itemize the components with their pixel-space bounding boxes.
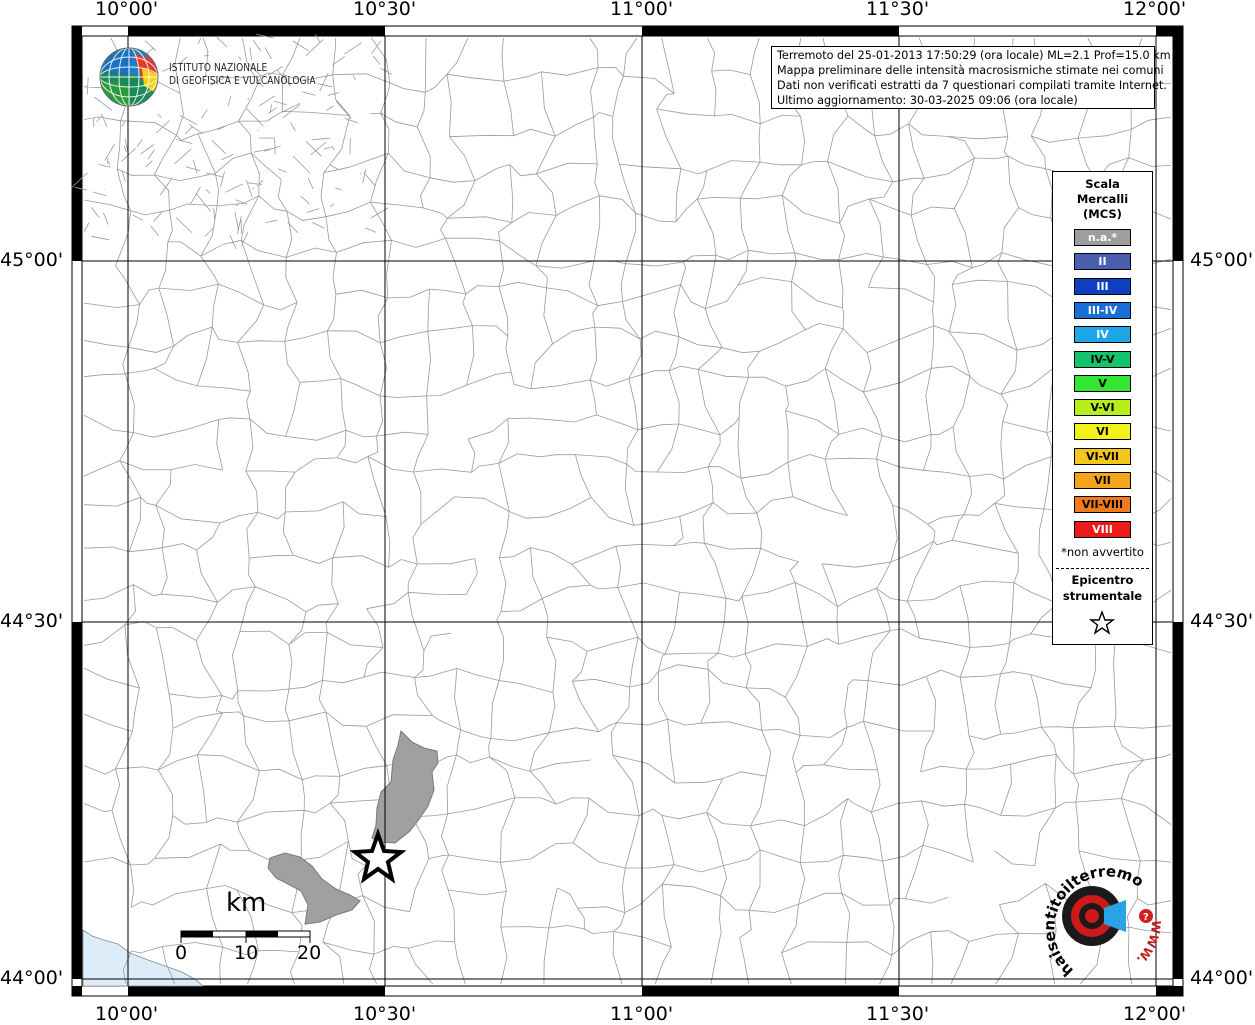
map-figure: 10°00' 10°30' 11°00' 11°30' 12°00' 10°00…: [0, 0, 1255, 1025]
lon-label-top-11-00: 11°00': [610, 0, 674, 20]
legend-swatch: IV: [1074, 326, 1131, 344]
legend-title: Scala Mercalli (MCS): [1053, 177, 1152, 222]
legend-note: *non avvertito: [1061, 545, 1144, 559]
event-info-box: Terremoto del 25-01-2013 17:50:29 (ora l…: [771, 46, 1171, 109]
lat-label-left-44-00: 44°00': [0, 967, 64, 989]
legend-swatch: VI-VII: [1074, 447, 1131, 465]
scale-tick-20: 20: [297, 942, 322, 964]
lon-label-top-12-00: 12°00': [1123, 0, 1187, 20]
lat-label-left-45-00: 45°00': [0, 249, 64, 271]
legend-swatch: VI: [1074, 423, 1131, 441]
event-info-line4: Ultimo aggiornamento: 30-03-2025 09:06 (…: [777, 94, 1078, 107]
legend-swatch: III: [1074, 277, 1131, 295]
scale-unit-label: km: [226, 888, 267, 918]
lon-label-top-10-00: 10°00': [95, 0, 159, 20]
legend-swatch: V-VI: [1074, 399, 1131, 417]
haisentito-logo: haisentitoilterremoto.it WWW. ?: [1034, 858, 1164, 978]
lon-label-top-10-30: 10°30': [353, 0, 417, 20]
ingv-logo-line2: DI GEOFISICA E VULCANOLOGIA: [169, 75, 316, 87]
legend-swatch: VII: [1074, 472, 1131, 489]
legend-swatch: n.a.*: [1074, 229, 1131, 246]
lon-label-bottom-12-00: 12°00': [1123, 1003, 1187, 1025]
event-info-line3: Dati non verificati estratti da 7 questi…: [777, 79, 1167, 92]
svg-text:?: ?: [1143, 912, 1149, 923]
lat-label-right-44-00: 44°00': [1190, 967, 1254, 989]
legend-swatch: II: [1074, 253, 1131, 271]
intensity-legend: Scala Mercalli (MCS) *non avvertito Epic…: [1052, 171, 1153, 645]
lon-label-top-11-30: 11°30': [866, 0, 930, 20]
event-info-line2: Mappa preliminare delle intensità macros…: [777, 64, 1164, 77]
lat-label-right-44-30: 44°30': [1190, 610, 1254, 632]
legend-swatch: III-IV: [1074, 301, 1131, 319]
scale-tick-0: 0: [175, 942, 188, 964]
lon-label-bottom-11-30: 11°30': [866, 1003, 930, 1025]
ingv-globe-icon: [99, 47, 159, 107]
lon-label-bottom-11-00: 11°00': [610, 1003, 674, 1025]
ingv-logo-line1: ISTITUTO NAZIONALE: [169, 62, 268, 74]
scale-tick-10: 10: [234, 942, 259, 964]
legend-title-line1: Scala: [1085, 177, 1120, 191]
legend-swatch: V: [1074, 374, 1131, 392]
legend-separator: [1056, 568, 1149, 569]
ingv-logo: ISTITUTO NAZIONALE DI GEOFISICA E VULCAN…: [98, 46, 318, 110]
legend-epicentre-label: Epicentro strumentale: [1053, 572, 1152, 604]
legend-epicentre-line2: strumentale: [1062, 589, 1143, 603]
lon-label-bottom-10-00: 10°00': [95, 1003, 159, 1025]
legend-epicentre-line1: Epicentro: [1071, 573, 1134, 587]
lon-label-bottom-10-30: 10°30': [353, 1003, 417, 1025]
ingv-logo-text: ISTITUTO NAZIONALE DI GEOFISICA E VULCAN…: [169, 62, 316, 88]
svg-text:WWW.: WWW.: [1134, 920, 1164, 967]
legend-title-line2: Mercalli: [1076, 192, 1129, 206]
legend-swatch: VII-VIII: [1074, 496, 1131, 514]
event-info-line1: Terremoto del 25-01-2013 17:50:29 (ora l…: [777, 49, 1171, 62]
legend-swatch: VIII: [1074, 520, 1131, 538]
lat-label-left-44-30: 44°30': [0, 610, 64, 632]
lat-label-right-45-00: 45°00': [1190, 249, 1254, 271]
haisentito-logo-url: WWW.: [1134, 920, 1164, 967]
legend-title-line3: (MCS): [1083, 207, 1122, 221]
legend-swatch: IV-V: [1074, 350, 1131, 368]
legend-star-icon: [1089, 610, 1115, 635]
